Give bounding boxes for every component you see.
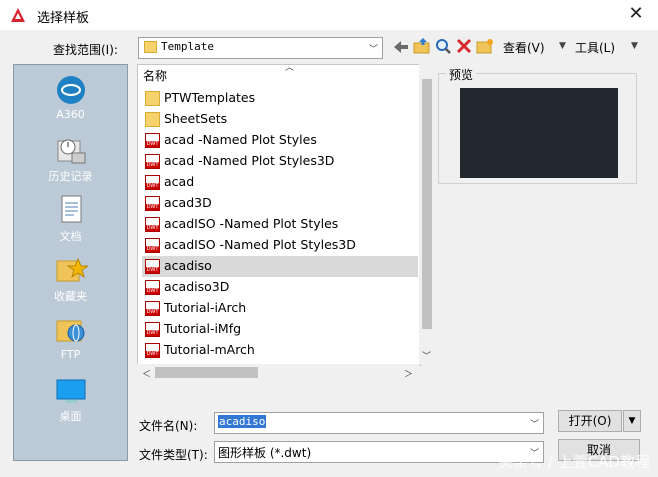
- scroll-down-icon[interactable]: ﹀: [422, 349, 431, 362]
- lookin-value: Template: [161, 40, 214, 53]
- column-header-name[interactable]: 名称: [143, 67, 167, 84]
- sidebar-label: FTP: [60, 348, 81, 361]
- dwt-file-icon: [145, 196, 160, 211]
- chevron-down-icon: ﹀: [368, 45, 378, 55]
- sidebar-label: 文档: [59, 230, 82, 243]
- filetype-label: 文件类型(T):: [139, 448, 208, 462]
- folder-icon: [145, 112, 160, 127]
- back-icon[interactable]: [392, 38, 410, 56]
- dwt-file-icon: [145, 259, 160, 274]
- sidebar-item-desktop[interactable]: 桌面: [14, 373, 127, 431]
- history-icon: [57, 139, 85, 164]
- sidebar-label: 历史记录: [48, 170, 93, 183]
- folder-icon: [145, 91, 160, 106]
- favorites-icon: [56, 257, 88, 282]
- list-item[interactable]: acad3D: [142, 193, 418, 214]
- open-button[interactable]: 打开(O): [558, 410, 622, 432]
- list-item[interactable]: Tutorial-mArch: [142, 340, 418, 361]
- list-item[interactable]: SheetSets: [142, 109, 418, 130]
- lookin-combo[interactable]: Template ﹀: [138, 37, 383, 59]
- chevron-down-icon[interactable]: ﹀: [530, 417, 539, 430]
- view-dropdown-icon[interactable]: ▼: [559, 41, 566, 51]
- preview-label: 预览: [446, 66, 477, 83]
- scroll-left-icon[interactable]: ＜: [142, 367, 151, 380]
- window-title: 选择样板: [37, 11, 90, 26]
- list-item[interactable]: acad -Named Plot Styles: [142, 130, 418, 151]
- lookin-label: 查找范围(I):: [53, 43, 118, 57]
- list-item[interactable]: acadISO -Named Plot Styles3D: [142, 235, 418, 256]
- dwt-file-icon: [145, 175, 160, 190]
- dwt-file-icon: [145, 280, 160, 295]
- select-template-dialog: 选择样板 ✕ 查找范围(I): Template ﹀ 查看(V) ▼ 工具(L)…: [0, 0, 658, 477]
- preview-image: [460, 88, 618, 178]
- sidebar-item-a360[interactable]: A360: [14, 73, 127, 131]
- a360-icon: [56, 76, 85, 104]
- list-item[interactable]: acad: [142, 172, 418, 193]
- dwt-file-icon: [145, 301, 160, 316]
- search-web-icon[interactable]: [434, 37, 452, 55]
- sidebar-label: 桌面: [59, 410, 82, 423]
- dwt-file-icon: [145, 238, 160, 253]
- filename-value: acadiso: [218, 415, 267, 428]
- dwt-file-icon: [145, 322, 160, 337]
- dwt-file-icon: [145, 133, 160, 148]
- close-icon[interactable]: ✕: [626, 4, 646, 24]
- horizontal-scroll-thumb[interactable]: [155, 367, 258, 378]
- list-item[interactable]: PTWTemplates: [142, 88, 418, 109]
- list-item-selected[interactable]: acadiso: [142, 256, 418, 277]
- vertical-scroll-thumb[interactable]: [422, 79, 432, 329]
- scroll-right-icon[interactable]: ＞: [404, 367, 413, 380]
- list-item[interactable]: acad -Named Plot Styles3D: [142, 151, 418, 172]
- desktop-icon: [56, 379, 85, 403]
- sidebar-label: A360: [56, 108, 85, 121]
- folder-icon: [144, 41, 157, 53]
- title-bar: 选择样板 ✕: [0, 0, 658, 30]
- open-dropdown-icon[interactable]: ▼: [623, 410, 641, 432]
- autocad-logo-icon: [11, 8, 25, 22]
- list-item[interactable]: Tutorial-iArch: [142, 298, 418, 319]
- tools-dropdown-icon[interactable]: ▼: [631, 41, 638, 51]
- sidebar-item-ftp[interactable]: FTP: [14, 313, 127, 371]
- list-item[interactable]: acadISO -Named Plot Styles: [142, 214, 418, 235]
- dwt-file-icon: [145, 154, 160, 169]
- watermark-text: 头条号 / 上萱CAD教程: [498, 453, 650, 471]
- documents-icon: [61, 195, 81, 223]
- dwt-file-icon: [145, 343, 160, 358]
- sidebar-label: 收藏夹: [54, 290, 87, 303]
- filetype-combo[interactable]: 图形样板 (*.dwt) ﹀: [214, 441, 544, 463]
- view-menu[interactable]: 查看(V): [503, 39, 545, 56]
- dwt-file-icon: [145, 217, 160, 232]
- delete-icon[interactable]: [455, 37, 473, 55]
- ftp-icon: [56, 320, 84, 342]
- sidebar-item-history[interactable]: 历史记录: [14, 133, 127, 191]
- list-item[interactable]: acadiso3D: [142, 277, 418, 298]
- filename-input[interactable]: acadiso ﹀: [214, 412, 544, 434]
- sidebar-item-documents[interactable]: 文档: [14, 193, 127, 251]
- sort-up-icon: ︿: [285, 63, 295, 73]
- tools-menu[interactable]: 工具(L): [575, 39, 615, 56]
- places-sidebar: A360 历史记录 文档 收藏夹 FTP 桌面: [13, 64, 128, 461]
- up-folder-icon[interactable]: [413, 37, 431, 55]
- filename-label: 文件名(N):: [139, 419, 198, 433]
- list-item[interactable]: Tutorial-iMfg: [142, 319, 418, 340]
- sidebar-item-favorites[interactable]: 收藏夹: [14, 253, 127, 311]
- new-folder-icon[interactable]: [476, 37, 494, 55]
- filetype-value: 图形样板 (*.dwt): [218, 446, 312, 460]
